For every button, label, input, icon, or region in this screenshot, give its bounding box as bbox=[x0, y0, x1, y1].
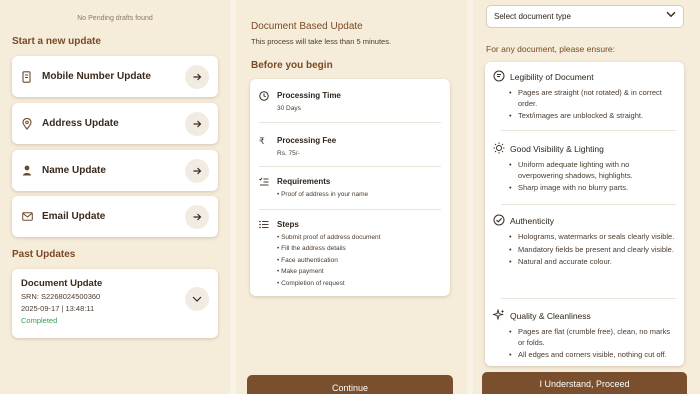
step-text: Submit proof of address document bbox=[281, 234, 381, 241]
document-update-subtitle: This process will take less than 5 minut… bbox=[251, 37, 392, 46]
document-type-select[interactable]: Select document type bbox=[486, 5, 684, 28]
document-type-select-value: Select document type bbox=[494, 12, 571, 21]
divider bbox=[501, 204, 676, 205]
ensure-heading: For any document, please ensure: bbox=[486, 44, 615, 54]
processing-fee-row: ₹ Processing Fee Rs. 75/- bbox=[259, 136, 441, 159]
step-item: • Submit proof of address document bbox=[277, 234, 381, 241]
guideline-item: Mandatory fields be present and clearly … bbox=[509, 245, 676, 256]
processing-time-title: Processing Time bbox=[277, 91, 341, 100]
guideline-item: Holograms, watermarks or seals clearly v… bbox=[509, 232, 676, 243]
divider bbox=[259, 166, 441, 167]
guideline-item: Uniform adequate lighting with no overpo… bbox=[509, 160, 676, 181]
past-update-srn: SRN: S2268024500360 bbox=[21, 292, 101, 301]
arrow-right-icon[interactable] bbox=[185, 158, 209, 183]
guideline-item: Pages are flat (crumble free), clean, no… bbox=[509, 327, 676, 348]
step-item: • Make payment bbox=[277, 268, 324, 276]
check-badge-icon bbox=[493, 214, 506, 228]
steps-title: Steps bbox=[277, 220, 299, 229]
divider bbox=[501, 130, 676, 131]
quality-title: Quality & Cleanliness bbox=[510, 311, 591, 321]
quality-group: Quality & Cleanliness Pages are flat (cr… bbox=[491, 308, 676, 363]
document-guidelines-panel: Select document type For any document, p… bbox=[473, 0, 700, 394]
requirement-item: • Proof of address in your name bbox=[277, 191, 369, 198]
document-update-panel: Document Based Update This process will … bbox=[236, 0, 467, 394]
mobile-number-update-label: Mobile Number Update bbox=[42, 71, 151, 82]
step-item: • Face authentication bbox=[277, 256, 338, 264]
visibility-title: Good Visibility & Lighting bbox=[510, 144, 604, 154]
step-item: • Fill the address details bbox=[277, 245, 346, 253]
magnifier-doc-icon bbox=[493, 70, 506, 84]
no-drafts-text: No Pending drafts found bbox=[77, 15, 153, 22]
chevron-down-icon bbox=[666, 11, 676, 20]
document-update-title: Document Based Update bbox=[251, 21, 363, 32]
updates-panel: No Pending drafts found Start a new upda… bbox=[0, 0, 230, 394]
proceed-button[interactable]: I Understand, Proceed bbox=[482, 372, 687, 394]
divider bbox=[259, 122, 441, 123]
step-text: Fill the address details bbox=[281, 245, 346, 253]
mobile-number-update-card[interactable]: Mobile Number Update bbox=[12, 56, 218, 97]
email-update-card[interactable]: Email Update bbox=[12, 196, 218, 237]
guideline-item: Text/images are unblocked & straight. bbox=[509, 111, 676, 122]
location-pin-icon bbox=[21, 117, 33, 130]
before-you-begin-heading: Before you begin bbox=[251, 60, 333, 71]
legibility-title: Legibility of Document bbox=[510, 72, 594, 82]
legibility-group: Legibility of Document Pages are straigh… bbox=[493, 70, 676, 124]
start-update-heading: Start a new update bbox=[12, 36, 101, 47]
authenticity-group: Authenticity Holograms, watermarks or se… bbox=[493, 214, 676, 270]
requirement-text: Proof of address in your name bbox=[281, 191, 369, 198]
guideline-item: Pages are straight (not rotated) & in co… bbox=[509, 88, 676, 109]
visibility-group: Good Visibility & Lighting Uniform adequ… bbox=[493, 142, 676, 196]
address-update-card[interactable]: Address Update bbox=[12, 103, 218, 144]
past-updates-heading: Past Updates bbox=[12, 249, 76, 260]
guideline-item: Sharp image with no blurry parts. bbox=[509, 183, 676, 194]
steps-list: • Submit proof of address document • Fil… bbox=[277, 232, 380, 289]
steps-row: Steps • Submit proof of address document… bbox=[259, 220, 441, 289]
step-text: Face authentication bbox=[281, 256, 338, 264]
name-update-card[interactable]: Name Update bbox=[12, 150, 218, 191]
past-update-title: Document Update bbox=[21, 278, 103, 289]
address-update-label: Address Update bbox=[42, 118, 119, 129]
chevron-down-icon[interactable] bbox=[185, 287, 209, 311]
checklist-icon bbox=[259, 177, 271, 200]
step-item: • Completion of request bbox=[277, 279, 345, 287]
step-text: Make payment bbox=[281, 268, 324, 276]
past-update-card[interactable]: Document Update SRN: S2268024500360 2025… bbox=[12, 269, 218, 338]
name-update-label: Name Update bbox=[42, 165, 106, 176]
envelope-icon bbox=[21, 211, 33, 223]
requirements-title: Requirements bbox=[277, 177, 331, 186]
phone-doc-icon bbox=[21, 70, 33, 83]
list-icon bbox=[259, 220, 271, 289]
guideline-item: Natural and accurate colour. bbox=[509, 257, 676, 268]
processing-time-row: Processing Time 30 Days bbox=[259, 91, 441, 114]
before-you-begin-card: Processing Time 30 Days ₹ Processing Fee… bbox=[250, 79, 450, 296]
rupee-icon: ₹ bbox=[259, 136, 265, 146]
past-update-datetime: 2025-09-17 | 13:48:11 bbox=[21, 304, 95, 313]
email-update-label: Email Update bbox=[42, 211, 106, 222]
continue-button[interactable]: Continue bbox=[247, 375, 453, 394]
guideline-item: All edges and corners visible, nothing c… bbox=[509, 350, 676, 361]
arrow-right-icon[interactable] bbox=[185, 111, 209, 136]
arrow-right-icon[interactable] bbox=[185, 204, 209, 229]
processing-fee-title: Processing Fee bbox=[277, 136, 337, 145]
past-update-status: Completed bbox=[21, 316, 58, 325]
requirements-row: Requirements • Proof of address in your … bbox=[259, 177, 441, 200]
divider bbox=[259, 209, 441, 210]
guidelines-card: Legibility of Document Pages are straigh… bbox=[485, 62, 684, 366]
processing-time-value: 30 Days bbox=[277, 105, 301, 112]
sparkle-icon bbox=[491, 308, 506, 323]
processing-fee-value: Rs. 75/- bbox=[277, 150, 300, 157]
sun-icon bbox=[493, 142, 506, 156]
clock-icon bbox=[259, 91, 271, 114]
divider bbox=[501, 298, 676, 299]
arrow-right-icon[interactable] bbox=[185, 64, 209, 89]
authenticity-title: Authenticity bbox=[510, 216, 554, 226]
person-icon bbox=[21, 165, 33, 177]
step-text: Completion of request bbox=[281, 279, 345, 287]
